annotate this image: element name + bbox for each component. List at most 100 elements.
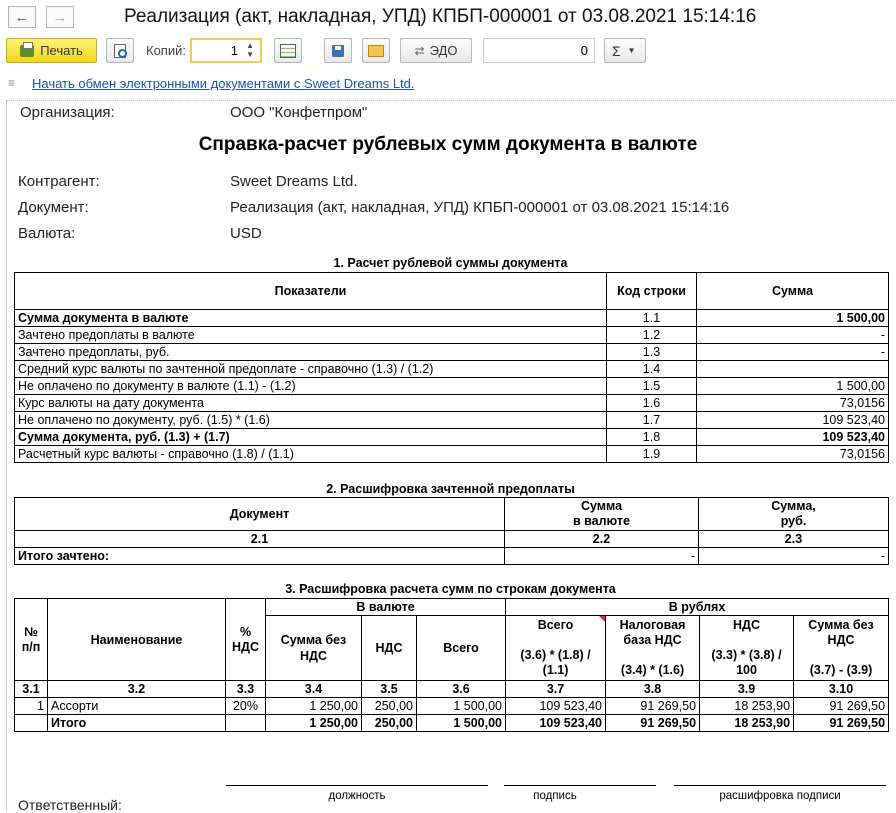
num-3-2: 3.2	[47, 680, 226, 698]
line-code: 1.7	[606, 411, 697, 429]
window-title: Реализация (акт, накладная, УПД) КПБП-00…	[124, 6, 757, 27]
edo-exchange-icon: ⇄	[414, 43, 425, 58]
column-numbers-row: 3.1 3.2 3.3 3.4 3.5 3.6 3.7 3.8 3.9 3.10	[14, 680, 890, 698]
num-2-3: 2.3	[698, 530, 889, 548]
total-r-base: 91 269,50	[605, 714, 701, 732]
org-label: Организация:	[20, 104, 115, 121]
preview-button[interactable]	[106, 38, 134, 63]
counter-value: 0	[580, 43, 588, 58]
total-offset-currency: -	[504, 547, 699, 565]
col-r-base: Налоговая база НДС (3.4) * (1.6)	[605, 615, 701, 681]
line-code: 1.6	[606, 394, 697, 412]
num-3-8: 3.8	[605, 680, 701, 698]
col-line-code: Код строки	[606, 272, 697, 310]
col-vat-rate: % НДС	[225, 598, 266, 681]
currency-label: Валюта:	[18, 225, 76, 242]
col-sum-rub: Сумма, руб.	[698, 497, 889, 531]
position-caption: должность	[328, 790, 386, 802]
total-r-wo-vat: 91 269,50	[793, 714, 890, 732]
line-sum: -	[696, 343, 889, 361]
row-r-wo-vat: 91 269,50	[793, 697, 890, 715]
section2-title: 2. Расшифровка зачтенной предоплаты	[326, 482, 575, 496]
indicator-name: Сумма документа в валюте	[14, 309, 607, 327]
line-code: 1.3	[606, 343, 697, 361]
print-button[interactable]: Печать	[6, 38, 97, 63]
table-row: Не оплачено по документу в валюте (1.1) …	[14, 377, 889, 395]
num-3-4: 3.4	[265, 680, 362, 698]
counter-field[interactable]: 0	[483, 38, 595, 63]
edo-start-link[interactable]: Начать обмен электронными документами с …	[32, 76, 415, 91]
indicator-name: Зачтено предоплаты, руб.	[14, 343, 607, 361]
table-row: Средний курс валюты по зачтенной предопл…	[14, 360, 889, 378]
email-button[interactable]	[362, 38, 390, 63]
total-r-total: 109 523,40	[505, 714, 607, 732]
line-sum: 73,0156	[696, 394, 889, 412]
total-r-vat: 18 253,90	[699, 714, 795, 732]
col-total: Всего	[415, 615, 507, 681]
total-row: Итого 1 250,00 250,00 1 500,00 109 523,4…	[14, 714, 890, 732]
row-r-vat: 18 253,90	[699, 697, 795, 715]
indicator-name: Не оплачено по документу в валюте (1.1) …	[14, 377, 607, 395]
row-num: 1	[14, 697, 48, 715]
row-vat: 250,00	[361, 697, 417, 715]
table-row: Расчетный курс валюты - справочно (1.8) …	[14, 445, 889, 463]
indicator-name: Средний курс валюты по зачтенной предопл…	[14, 360, 607, 378]
total-total: 1 500,00	[415, 714, 507, 732]
line-sum	[696, 360, 889, 378]
row-vat-rate: 20%	[225, 697, 266, 715]
total-vat-rate	[225, 714, 266, 732]
line-sum: -	[696, 326, 889, 344]
num-3-5: 3.5	[361, 680, 417, 698]
save-button[interactable]	[324, 38, 352, 63]
group-in-rub: В рублях	[505, 598, 890, 616]
row-r-base: 91 269,50	[605, 697, 701, 715]
col-name: Наименование	[47, 598, 226, 681]
indicator-name: Сумма документа, руб. (1.3) + (1.7)	[14, 428, 607, 446]
edo-label: ЭДО	[429, 43, 458, 58]
indicator-name: Зачтено предоплаты в валюте	[14, 326, 607, 344]
total-sum-wo-vat: 1 250,00	[265, 714, 362, 732]
sign-caption: подпись	[533, 790, 577, 802]
col-num: № п/п	[14, 598, 48, 681]
sum-button[interactable]: Σ ▼	[604, 38, 646, 63]
num-3-3: 3.3	[225, 680, 266, 698]
floppy-disk-icon	[332, 44, 344, 57]
sigma-icon: Σ	[612, 42, 621, 59]
total-vat: 250,00	[361, 714, 417, 732]
copies-input[interactable]: 1 ▲ ▼	[190, 38, 262, 63]
total-offset-label: Итого зачтено:	[14, 547, 505, 565]
line-code: 1.5	[606, 377, 697, 395]
table-row: Не оплачено по документу, руб. (1.5) * (…	[14, 411, 889, 429]
total-label: Итого	[47, 714, 226, 732]
comment-marker-icon	[599, 616, 605, 622]
envelope-icon	[368, 44, 384, 57]
col-sum: Сумма	[696, 272, 889, 310]
line-code: 1.8	[606, 428, 697, 446]
currency-value: USD	[230, 225, 262, 242]
edo-button[interactable]: ⇄ ЭДО	[400, 38, 472, 63]
table-row: Зачтено предоплаты, руб. 1.3-	[14, 343, 889, 361]
magnifier-icon	[114, 43, 127, 58]
edit-mode-button[interactable]	[274, 38, 302, 63]
printer-icon	[20, 41, 35, 57]
num-3-1: 3.1	[14, 680, 48, 698]
copies-value: 1	[230, 43, 238, 58]
indicator-name: Не оплачено по документу, руб. (1.5) * (…	[14, 411, 607, 429]
spin-arrows-icon: ▲ ▼	[246, 41, 254, 59]
edit-table-icon	[280, 43, 296, 58]
forward-button[interactable]: →	[46, 6, 74, 28]
group-in-currency: В валюте	[264, 598, 507, 616]
decode-caption: расшифровка подписи	[719, 790, 841, 802]
table-row: 1 Ассорти 20% 1 250,00 250,00 1 500,00 1…	[14, 697, 890, 715]
line-sum: 73,0156	[696, 445, 889, 463]
line-sum: 109 523,40	[696, 428, 889, 446]
back-button[interactable]: ←	[8, 6, 36, 28]
section1-table: Показатели Код строки Сумма Сумма докуме…	[14, 272, 889, 463]
row-name: Ассорти	[47, 697, 226, 715]
col-vat: НДС	[361, 615, 417, 681]
document-title: Справка-расчет рублевых сумм документа в…	[198, 134, 698, 155]
contractor-value: Sweet Dreams Ltd.	[230, 173, 358, 190]
total-offset-rub: -	[698, 547, 889, 565]
row-sum-wo-vat: 1 250,00	[265, 697, 362, 715]
num-3-6: 3.6	[415, 680, 507, 698]
